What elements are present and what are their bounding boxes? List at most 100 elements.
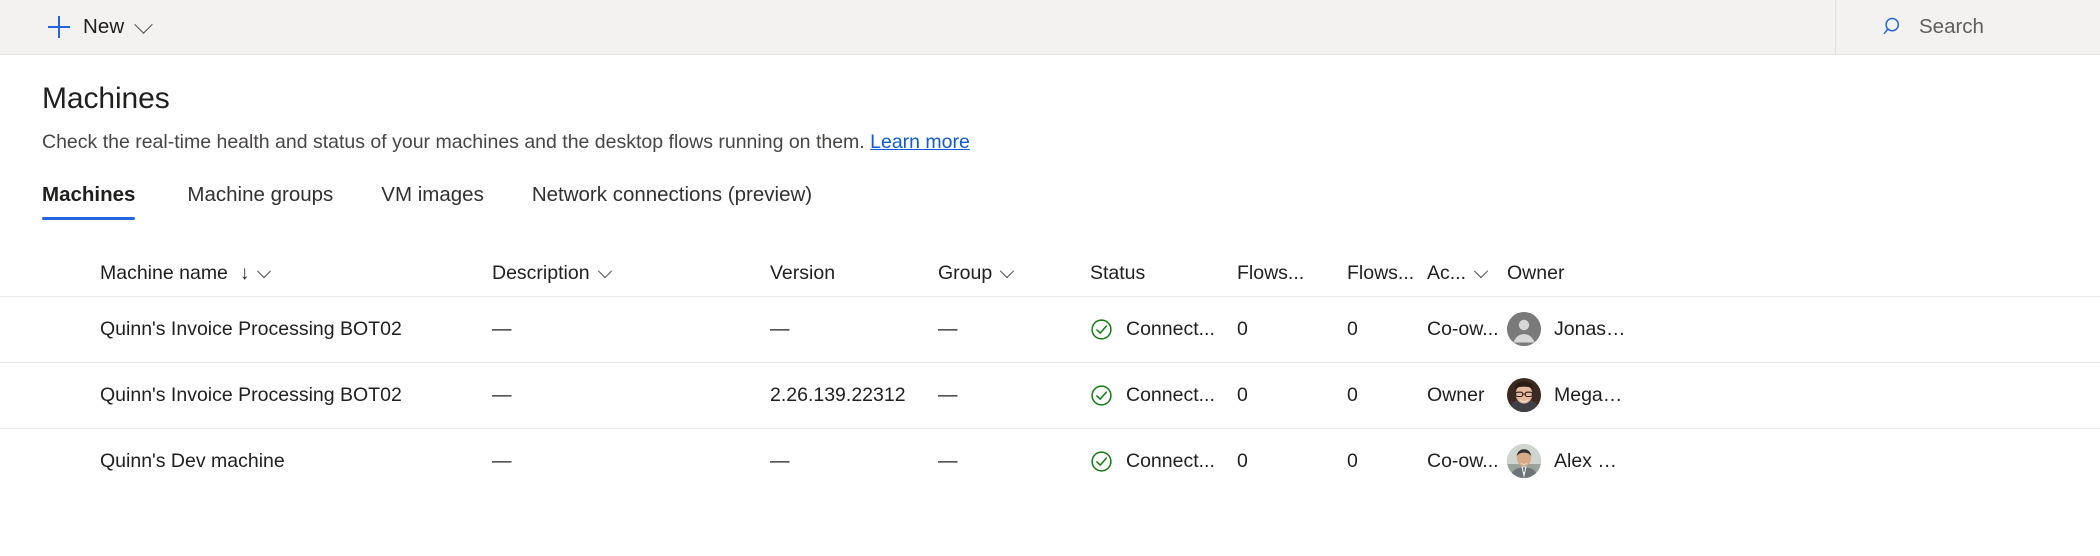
table-row[interactable]: Quinn's Invoice Processing BOT02 — — — C…: [0, 296, 2100, 362]
tab-network-connections[interactable]: Network connections (preview): [508, 183, 836, 220]
search-icon: [1883, 16, 1905, 38]
machines-table-container: Machine name ↓ Description Version: [0, 252, 2100, 494]
page-subtitle: Check the real-time health and status of…: [42, 131, 2100, 154]
check-circle-icon: [1090, 318, 1113, 341]
tab-bar: Machines Machine groups VM images Networ…: [0, 176, 2100, 220]
page-header: Machines Check the real-time health and …: [0, 55, 2100, 154]
cell-machine-name[interactable]: Quinn's Dev machine: [100, 428, 492, 494]
chevron-down-icon[interactable]: [257, 264, 271, 278]
header-group[interactable]: Group: [938, 252, 1090, 296]
cell-description: —: [492, 296, 770, 362]
machines-table: Machine name ↓ Description Version: [0, 252, 2100, 494]
cell-machine-name[interactable]: Quinn's Invoice Processing BOT02: [100, 296, 492, 362]
search-box[interactable]: Search: [1835, 0, 2100, 54]
page-subtitle-text: Check the real-time health and status of…: [42, 131, 865, 153]
command-bar: New Search: [0, 0, 2100, 55]
chevron-down-icon: [135, 15, 153, 33]
row-select-cell[interactable]: [42, 362, 100, 428]
cell-machine-name[interactable]: Quinn's Invoice Processing BOT02: [100, 362, 492, 428]
new-button[interactable]: New: [42, 9, 156, 45]
row-spacer-left: [0, 296, 42, 362]
row-spacer-right: [1627, 428, 2100, 494]
cell-description: —: [492, 362, 770, 428]
header-machine-name[interactable]: Machine name ↓: [100, 252, 492, 296]
cell-flows-queued: 0: [1237, 296, 1347, 362]
header-flows-running[interactable]: Flows...: [1347, 252, 1427, 296]
search-placeholder-text: Search: [1919, 15, 1984, 39]
cell-version: —: [770, 428, 938, 494]
table-row[interactable]: Quinn's Invoice Processing BOT02 — 2.26.…: [0, 362, 2100, 428]
chevron-down-icon[interactable]: [1474, 264, 1488, 278]
new-button-label: New: [83, 15, 124, 39]
plus-icon: [48, 16, 70, 38]
cell-flows-queued: 0: [1237, 428, 1347, 494]
avatar: [1507, 378, 1541, 412]
cell-flows-running: 0: [1347, 362, 1427, 428]
header-version-label: Version: [770, 262, 835, 285]
cell-version: 2.26.139.22312: [770, 362, 938, 428]
cell-group: —: [938, 428, 1090, 494]
cell-flows-queued: 0: [1237, 362, 1347, 428]
cell-owner: Megan...: [1507, 362, 1627, 428]
cell-status: Connect...: [1090, 428, 1237, 494]
cell-flows-running: 0: [1347, 296, 1427, 362]
cell-access: Co-ow...: [1427, 296, 1507, 362]
header-flows-queued[interactable]: Flows...: [1237, 252, 1347, 296]
header-description-label: Description: [492, 262, 590, 285]
learn-more-link[interactable]: Learn more: [870, 131, 970, 153]
cell-group: —: [938, 362, 1090, 428]
chevron-down-icon[interactable]: [1000, 264, 1014, 278]
header-flows-queued-label: Flows...: [1237, 262, 1304, 285]
cell-access: Co-ow...: [1427, 428, 1507, 494]
page-title: Machines: [42, 82, 2100, 116]
owner-name: Megan...: [1554, 384, 1627, 407]
cell-flows-running: 0: [1347, 428, 1427, 494]
cell-description: —: [492, 428, 770, 494]
cell-access: Owner: [1427, 362, 1507, 428]
header-machine-name-label: Machine name: [100, 262, 228, 285]
cell-group: —: [938, 296, 1090, 362]
header-owner[interactable]: Owner: [1507, 252, 1627, 296]
header-description[interactable]: Description: [492, 252, 770, 296]
table-header-row: Machine name ↓ Description Version: [0, 252, 2100, 296]
status-label: Connect...: [1126, 450, 1215, 473]
header-status[interactable]: Status: [1090, 252, 1237, 296]
cell-status: Connect...: [1090, 362, 1237, 428]
avatar: [1507, 444, 1541, 478]
header-group-label: Group: [938, 262, 992, 285]
row-select-cell[interactable]: [42, 428, 100, 494]
table-row[interactable]: Quinn's Dev machine — — — Connect...: [0, 428, 2100, 494]
chevron-down-icon[interactable]: [597, 264, 611, 278]
tab-vm-images[interactable]: VM images: [357, 183, 508, 220]
row-spacer-left: [0, 362, 42, 428]
header-spacer-right: [1627, 252, 2100, 296]
owner-name: Jonas ...: [1554, 318, 1627, 341]
row-spacer-right: [1627, 362, 2100, 428]
header-version[interactable]: Version: [770, 252, 938, 296]
cell-version: —: [770, 296, 938, 362]
header-access[interactable]: Ac...: [1427, 252, 1507, 296]
header-flows-running-label: Flows...: [1347, 262, 1414, 285]
row-spacer-right: [1627, 296, 2100, 362]
tab-machines[interactable]: Machines: [42, 183, 163, 220]
sort-descending-arrow-icon: ↓: [240, 264, 250, 283]
tab-machine-groups[interactable]: Machine groups: [163, 183, 357, 220]
status-label: Connect...: [1126, 318, 1215, 341]
row-select-cell[interactable]: [42, 296, 100, 362]
owner-name: Alex W...: [1554, 450, 1627, 473]
header-access-label: Ac...: [1427, 262, 1466, 285]
header-select-col: [42, 252, 100, 296]
cell-owner: Alex W...: [1507, 428, 1627, 494]
header-status-label: Status: [1090, 262, 1145, 285]
status-label: Connect...: [1126, 384, 1215, 407]
cell-status: Connect...: [1090, 296, 1237, 362]
row-spacer-left: [0, 428, 42, 494]
avatar: [1507, 312, 1541, 346]
header-spacer-left: [0, 252, 42, 296]
check-circle-icon: [1090, 384, 1113, 407]
cell-owner: Jonas ...: [1507, 296, 1627, 362]
check-circle-icon: [1090, 450, 1113, 473]
table-header: Machine name ↓ Description Version: [0, 252, 2100, 296]
table-body: Quinn's Invoice Processing BOT02 — — — C…: [0, 296, 2100, 494]
header-owner-label: Owner: [1507, 262, 1564, 285]
